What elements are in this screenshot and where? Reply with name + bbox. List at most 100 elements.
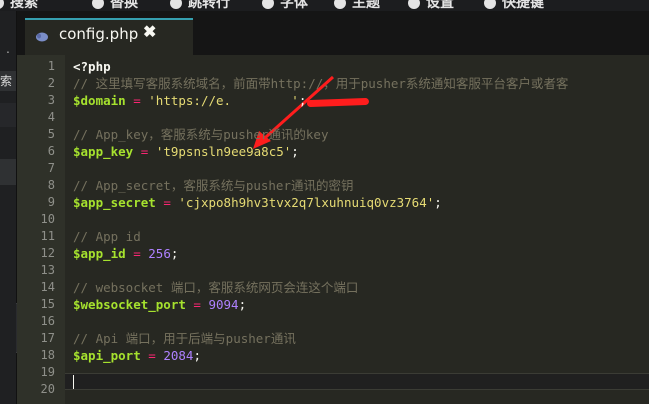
- code-line: // App id: [73, 228, 141, 245]
- code-line: // Api 端口，用于后端与pusher通讯: [73, 330, 296, 347]
- code-token: ;: [238, 297, 247, 312]
- menu-search[interactable]: 搜索: [0, 0, 38, 11]
- line-number: 7: [47, 161, 55, 175]
- text-cursor: [73, 375, 74, 389]
- line-number: 3: [47, 93, 55, 107]
- keyboard-icon: [484, 0, 496, 10]
- code-token: // 这里填写客服系统域名，前面带http://，用于pusher系统通知客服平…: [73, 76, 569, 91]
- sidebar-dot: ·: [5, 43, 11, 59]
- line-number: 11: [40, 229, 55, 243]
- line-number: 15: [40, 297, 55, 311]
- code-token: ;: [291, 144, 299, 159]
- font-icon: [262, 0, 274, 10]
- menu-font[interactable]: 字体: [262, 0, 308, 11]
- replace-icon: [92, 0, 104, 10]
- code-token: // App id: [73, 229, 141, 244]
- code-token: $app_id: [73, 246, 126, 261]
- code-token: =: [133, 246, 141, 261]
- code-token: ;: [434, 195, 442, 210]
- menu-replace[interactable]: 替换: [92, 0, 138, 11]
- theme-icon: [334, 0, 346, 10]
- menu-replace-label: 替换: [110, 0, 138, 10]
- line-number: 13: [40, 263, 55, 277]
- line-number: 2: [47, 76, 55, 90]
- line-number: 4: [47, 110, 55, 124]
- code-token: =: [133, 93, 141, 108]
- menu-goto-line-label: 跳转行: [188, 0, 230, 10]
- line-number: 14: [40, 280, 55, 294]
- menu-font-label: 字体: [280, 0, 308, 10]
- code-token: $app_key: [73, 144, 134, 159]
- menu-settings[interactable]: 设置: [408, 0, 454, 11]
- code-token: // Api 端口，用于后端与pusher通讯: [73, 331, 296, 346]
- code-token: ;: [193, 348, 201, 363]
- code-token: 2084: [163, 348, 194, 363]
- code-token: ': [291, 93, 299, 108]
- sidebar-row[interactable]: [0, 103, 16, 127]
- sidebar-search-button[interactable]: 索: [0, 71, 16, 91]
- line-number: 9: [47, 195, 55, 209]
- line-number: 1: [47, 59, 55, 73]
- menu-shortcuts[interactable]: 快捷键: [484, 0, 544, 11]
- code-token: $websocket_port: [73, 297, 186, 312]
- line-number: 10: [40, 212, 55, 226]
- code-token: // App_key，客服系统与pusher通讯的key: [73, 127, 329, 142]
- menu-theme[interactable]: 主题: [334, 0, 380, 11]
- code-token: =: [148, 348, 156, 363]
- code-token: 'https://e.: [148, 93, 232, 108]
- search-icon: [0, 0, 4, 10]
- sidebar-row-selected[interactable]: [0, 159, 16, 185]
- code-editor[interactable]: <?php // 这里填写客服系统域名，前面带http://，用于pusher系统…: [65, 55, 649, 404]
- line-number: 12: [40, 246, 55, 260]
- line-number-gutter: 1 2 3 4 5 6 7 8 9 10 11 12 13 14 15 16 17 18 19 20: [17, 55, 65, 404]
- code-line: // websocket 端口，客服系统网页会连这个端口: [73, 279, 358, 296]
- code-token: $app_secret: [73, 195, 156, 210]
- code-token: 't9psnsln9ee9a8c5': [155, 144, 292, 159]
- menu-shortcuts-label: 快捷键: [502, 0, 544, 10]
- line-number: 19: [40, 365, 55, 379]
- code-line: $domain = 'https://e. ';: [73, 92, 306, 109]
- tab-label: config.php: [59, 25, 139, 43]
- code-line: $websocket_port = 9094;: [73, 296, 246, 313]
- tab-bar: config.php ✖: [17, 11, 649, 55]
- sidebar-search-label: 索: [0, 74, 13, 88]
- code-line: $app_secret = 'cjxpo8h9hv3tvx2q7lxuhnuiq…: [73, 194, 442, 211]
- active-line-highlight: [65, 373, 649, 390]
- line-number: 17: [40, 331, 55, 345]
- code-line: // 这里填写客服系统域名，前面带http://，用于pusher系统通知客服平…: [73, 75, 568, 92]
- code-line: $api_port = 2084;: [73, 347, 201, 364]
- line-number: 16: [40, 314, 55, 328]
- code-line: $app_id = 256;: [73, 245, 178, 262]
- code-token: // App_secret，客服系统与pusher通讯的密钥: [73, 178, 354, 193]
- menu-goto-line[interactable]: 跳转行: [170, 0, 230, 11]
- menu-theme-label: 主题: [352, 0, 380, 10]
- code-token: 9094: [208, 297, 239, 312]
- top-menu-bar: 搜索 替换 跳转行 字体 主题 设置 快捷键: [0, 0, 649, 11]
- code-token: $api_port: [73, 348, 141, 363]
- code-token: 'cjxpo8h9hv3tvx2q7lxuhnuiq0vz3764': [178, 195, 435, 210]
- code-line: // App_key，客服系统与pusher通讯的key: [73, 126, 329, 143]
- gear-icon: [408, 0, 420, 10]
- code-token: 256: [148, 246, 171, 261]
- goto-icon: [170, 0, 182, 10]
- menu-search-label: 搜索: [10, 0, 38, 10]
- line-number: 20: [40, 382, 55, 396]
- line-number: 6: [47, 144, 55, 158]
- code-line: $app_key = 't9psnsln9ee9a8c5';: [73, 143, 299, 160]
- close-icon[interactable]: ✖: [143, 22, 156, 42]
- code-token: ;: [298, 93, 307, 108]
- line-number: 8: [47, 178, 55, 192]
- line-number: 5: [47, 127, 55, 141]
- code-token: // websocket 端口，客服系统网页会连这个端口: [73, 280, 359, 295]
- code-token: =: [193, 297, 201, 312]
- tab-config-php[interactable]: config.php ✖: [25, 18, 193, 55]
- menu-settings-label: 设置: [426, 0, 454, 10]
- php-elephant-icon: [36, 32, 48, 42]
- code-token: =: [163, 195, 171, 210]
- code-line: // App_secret，客服系统与pusher通讯的密钥: [73, 177, 354, 194]
- code-token: ;: [170, 246, 179, 261]
- code-token: <?php: [73, 59, 111, 74]
